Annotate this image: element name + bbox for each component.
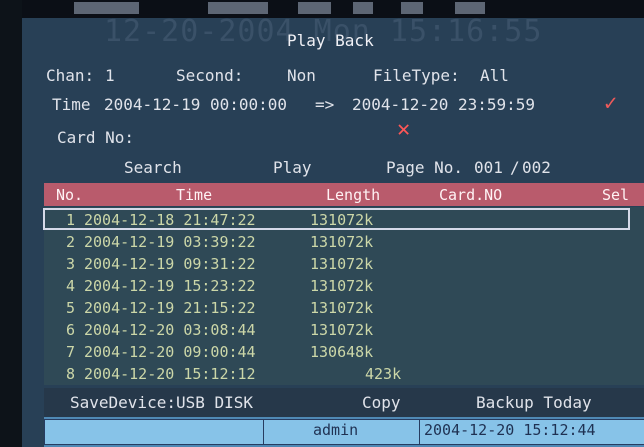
search-button[interactable]: Search (124, 158, 182, 177)
screen: 12-20-2004 Mon 15:16:55 Play Back Chan: … (0, 0, 644, 447)
row-no: 5 (66, 299, 76, 317)
row-length: 131072k (310, 211, 374, 229)
row-no: 6 (66, 321, 76, 339)
user-label: admin (313, 421, 359, 439)
header-time: Time (176, 186, 213, 204)
table-header: No. Time Length Card.NO Sel (44, 183, 644, 206)
row-length: 131072k (310, 277, 374, 295)
row-no: 1 (66, 211, 76, 229)
row-length: 130648k (310, 343, 374, 361)
time-arrow: => (315, 95, 335, 114)
table-row[interactable]: 2 2004-12-19 03:39:22 131072k (44, 231, 629, 251)
page-total: 002 (522, 158, 551, 177)
row-length: 423k (365, 365, 402, 383)
header-sel: Sel (602, 186, 630, 204)
filetype-label: FileType: (373, 66, 460, 85)
row-time: 2004-12-19 21:15:22 (84, 299, 256, 317)
status-bar: admin 2004-12-20 15:12:44 (44, 417, 644, 447)
row-no: 4 (66, 277, 76, 295)
table-row[interactable]: 6 2004-12-20 03:08:44 131072k (44, 319, 629, 339)
row-length: 131072k (310, 321, 374, 339)
page-separator: / (510, 158, 520, 177)
row-length: 131072k (310, 233, 374, 251)
footer-bar: SaveDevice:USB DISK Copy Backup Today (44, 388, 644, 417)
row-time: 2004-12-20 09:00:44 (84, 343, 256, 361)
table-row[interactable]: 4 2004-12-19 15:23:22 131072k (44, 275, 629, 295)
header-card: Card.NO (439, 186, 503, 204)
page-title: Play Back (287, 31, 374, 50)
table-row[interactable]: 8 2004-12-20 15:12:12 423k (44, 363, 629, 383)
row-no: 7 (66, 343, 76, 361)
row-length: 131072k (310, 255, 374, 273)
left-edge (0, 0, 22, 447)
page-label: Page No. (386, 158, 464, 177)
table-row[interactable]: 7 2004-12-20 09:00:44 130648k (44, 341, 629, 361)
status-segment-left (44, 419, 265, 445)
time-label: Time (52, 95, 91, 114)
row-time: 2004-12-19 09:31:22 (84, 255, 256, 273)
row-time: 2004-12-20 15:12:12 (84, 365, 256, 383)
check-icon[interactable]: ✓ (604, 91, 617, 116)
row-time: 2004-12-19 03:39:22 (84, 233, 256, 251)
time-start[interactable]: 2004-12-19 00:00:00 (104, 95, 287, 114)
chan-label: Chan: (46, 66, 95, 85)
page-current: 001 (474, 158, 503, 177)
second-label: Second: (176, 66, 244, 85)
copy-button[interactable]: Copy (362, 393, 401, 412)
second-value[interactable]: Non (287, 66, 316, 85)
table-row[interactable]: 5 2004-12-19 21:15:22 131072k (44, 297, 629, 317)
header-length: Length (326, 186, 381, 204)
time-end[interactable]: 2004-12-20 23:59:59 (352, 95, 535, 114)
header-no: No. (56, 186, 84, 204)
row-time: 2004-12-20 03:08:44 (84, 321, 256, 339)
row-time: 2004-12-19 15:23:22 (84, 277, 256, 295)
table-row[interactable]: 1 2004-12-18 21:47:22 131072k (43, 208, 630, 230)
row-length: 131072k (310, 299, 374, 317)
save-device: SaveDevice:USB DISK (70, 393, 254, 412)
backup-button[interactable]: Backup Today (476, 393, 592, 412)
row-no: 2 (66, 233, 76, 251)
row-no: 3 (66, 255, 76, 273)
status-datetime: 2004-12-20 15:12:44 (424, 421, 596, 439)
row-no: 8 (66, 365, 76, 383)
filetype-value[interactable]: All (480, 66, 509, 85)
file-list: 1 2004-12-18 21:47:22 131072k 2 2004-12-… (43, 207, 644, 385)
table-row[interactable]: 3 2004-12-19 09:31:22 131072k (44, 253, 629, 273)
cross-icon[interactable]: ✕ (397, 117, 410, 142)
chan-value[interactable]: 1 (105, 66, 115, 85)
row-time: 2004-12-18 21:47:22 (84, 211, 256, 229)
play-button[interactable]: Play (273, 158, 312, 177)
card-label: Card No: (57, 128, 135, 147)
